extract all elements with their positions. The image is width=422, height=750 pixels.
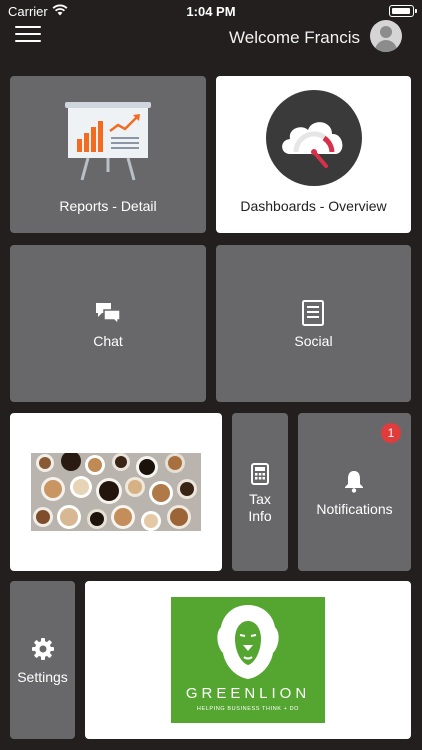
coffee-image-tile[interactable] — [10, 413, 222, 571]
greenlion-logo: GREENLION HELPING BUSINESS THINK + DO — [171, 597, 325, 723]
chat-bubbles-icon — [96, 303, 121, 325]
dashboards-overview-label: Dashboards - Overview — [240, 198, 387, 214]
battery-icon — [389, 5, 417, 17]
cloud-gauge-icon — [266, 90, 362, 186]
greenlion-tagline: HELPING BUSINESS THINK + DO — [196, 706, 300, 712]
settings-label: Settings — [17, 669, 68, 685]
status-bar: Carrier 1:04 PM — [0, 0, 422, 22]
greenlion-tile[interactable]: GREENLION HELPING BUSINESS THINK + DO — [85, 581, 411, 739]
reports-detail-label: Reports - Detail — [59, 198, 157, 214]
reports-detail-tile[interactable]: Reports - Detail — [10, 76, 206, 233]
settings-tile[interactable]: Settings — [10, 581, 75, 739]
gear-icon — [32, 638, 54, 660]
app-screen: Carrier 1:04 PM Welcome Francis Reports … — [0, 0, 422, 750]
presentation-chart-icon — [65, 102, 151, 181]
document-icon — [302, 300, 324, 326]
calculator-icon — [251, 463, 269, 485]
dashboards-overview-tile[interactable]: Dashboards - Overview — [216, 76, 411, 233]
notification-badge: 1 — [381, 423, 401, 443]
status-time: 1:04 PM — [186, 4, 236, 19]
chat-tile[interactable]: Chat — [10, 245, 206, 402]
tax-info-label: Tax Info — [248, 491, 272, 524]
social-label: Social — [294, 333, 333, 349]
coffee-cups-image — [31, 453, 201, 531]
lion-head-icon — [217, 605, 279, 679]
social-tile[interactable]: Social — [216, 245, 411, 402]
chat-label: Chat — [93, 333, 123, 349]
tax-info-tile[interactable]: Tax Info — [232, 413, 288, 571]
hamburger-icon[interactable] — [15, 26, 41, 44]
welcome-text: Welcome Francis — [229, 28, 360, 47]
bell-icon — [345, 471, 363, 493]
user-avatar-icon[interactable] — [370, 20, 402, 52]
greenlion-name: GREENLION — [185, 685, 311, 702]
notifications-label: Notifications — [316, 501, 393, 517]
